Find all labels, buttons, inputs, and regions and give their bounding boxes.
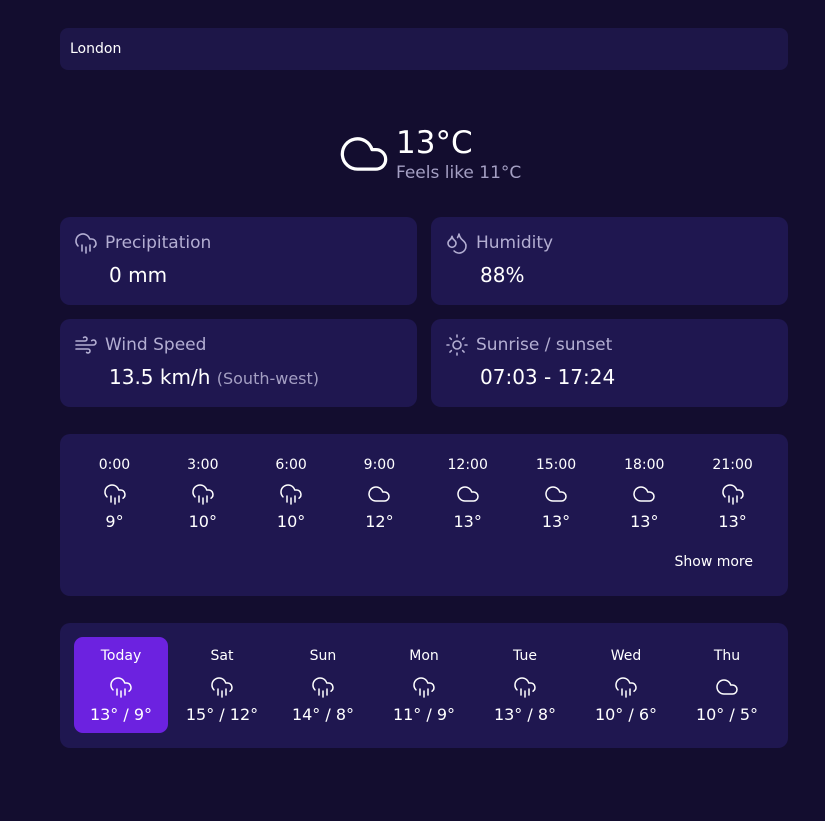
wind-icon	[75, 336, 97, 354]
hourly-item: 18:00 13°	[609, 456, 679, 531]
rain-cloud-icon	[312, 677, 334, 698]
humidity-header: Humidity	[445, 231, 553, 255]
day-range: 10° / 6°	[594, 705, 658, 724]
search-input[interactable]	[70, 41, 778, 57]
day-name: Sun	[309, 648, 337, 664]
daily-item[interactable]: Thu 10° / 5°	[680, 637, 774, 733]
day-name: Mon	[409, 648, 439, 664]
wind-value: 13.5 km/h	[109, 365, 211, 389]
precipitation-card: Precipitation 0 mm	[60, 217, 417, 305]
droplets-icon	[447, 233, 467, 254]
precipitation-header: Precipitation	[74, 231, 211, 255]
cloud-icon	[456, 486, 479, 502]
day-name: Tue	[513, 648, 537, 664]
sunrise-sunset-card: Sunrise / sunset 07:03 - 17:24	[431, 319, 788, 407]
day-range: 13° / 8°	[493, 705, 557, 724]
hourly-forecast: 0:00 9° 3:00 10° 6:00 10° 9:00 12° 12:00 13° 15:00…	[60, 434, 788, 596]
hourly-item: 0:00 9°	[80, 456, 150, 531]
wind-label: Wind Speed	[105, 335, 207, 355]
hour-temp: 10°	[276, 512, 306, 531]
wind-direction: (South-west)	[216, 369, 320, 388]
rain-cloud-icon	[514, 677, 536, 698]
day-name: Today	[100, 648, 142, 664]
humidity-card: Humidity 88%	[431, 217, 788, 305]
cloud-icon	[633, 486, 656, 502]
hour-temp: 13°	[630, 512, 659, 531]
hour-time: 3:00	[187, 457, 219, 473]
daily-item[interactable]: Mon 11° / 9°	[377, 637, 471, 733]
cloud-icon	[340, 137, 388, 171]
sun-icon	[446, 334, 468, 356]
hour-temp: 13°	[453, 512, 482, 531]
cloud-icon	[716, 679, 738, 695]
hour-time: 18:00	[624, 457, 665, 473]
hour-temp: 10°	[188, 512, 217, 531]
hourly-item: 12:00 13°	[433, 456, 503, 531]
hourly-item: 9:00 12°	[344, 456, 414, 531]
hour-temp: 9°	[105, 512, 124, 531]
day-range: 15° / 12°	[185, 705, 259, 724]
hourly-item: 15:00 13°	[521, 456, 591, 531]
hour-temp: 13°	[541, 512, 571, 531]
day-range: 11° / 9°	[392, 705, 456, 724]
hour-temp: 12°	[365, 512, 394, 531]
rain-cloud-icon	[721, 484, 744, 505]
day-name: Wed	[610, 648, 642, 664]
daily-forecast: Today 13° / 9° Sat 15° / 12° Sun 14° / 8° Mon 1…	[60, 623, 788, 748]
feels-like: Feels like 11°C	[396, 163, 522, 183]
precipitation-value: 0 mm	[109, 263, 168, 287]
sun-header: Sunrise / sunset	[445, 333, 612, 357]
hour-time: 15:00	[535, 457, 577, 473]
humidity-label: Humidity	[476, 233, 554, 253]
precipitation-label: Precipitation	[105, 233, 212, 253]
rain-cloud-icon	[75, 233, 97, 254]
rain-cloud-icon	[192, 484, 214, 505]
daily-item[interactable]: Sat 15° / 12°	[175, 637, 269, 733]
hour-time: 21:00	[712, 457, 753, 473]
hourly-item: 21:00 13°	[698, 456, 768, 531]
show-more-button[interactable]: Show more	[675, 554, 754, 570]
search-bar[interactable]	[60, 28, 788, 70]
day-range: 14° / 8°	[291, 705, 355, 724]
day-name: Sat	[210, 648, 234, 664]
current-weather: 13°C Feels like 11°C	[338, 125, 521, 183]
rain-cloud-icon	[103, 484, 126, 505]
hourly-item: 6:00 10°	[256, 456, 326, 531]
cloud-icon	[545, 486, 567, 502]
wind-card: Wind Speed 13.5 km/h (South-west)	[60, 319, 417, 407]
hour-temp: 13°	[718, 512, 747, 531]
daily-item[interactable]: Tue 13° / 8°	[478, 637, 572, 733]
hour-time: 6:00	[275, 457, 307, 473]
hour-time: 0:00	[98, 457, 131, 473]
current-text: 13°C Feels like 11°C	[396, 125, 521, 183]
sun-label: Sunrise / sunset	[476, 335, 613, 355]
humidity-value: 88%	[480, 263, 525, 287]
cloud-icon	[368, 486, 391, 502]
wind-header: Wind Speed	[74, 333, 206, 357]
daily-item[interactable]: Sun 14° / 8°	[276, 637, 370, 733]
daily-item[interactable]: Today 13° / 9°	[74, 637, 168, 733]
rain-cloud-icon	[615, 677, 637, 698]
day-range: 10° / 5°	[695, 705, 759, 724]
rain-cloud-icon	[110, 677, 132, 698]
rain-cloud-icon	[413, 677, 435, 698]
hourly-item: 3:00 10°	[168, 456, 238, 531]
wind-value-row: 13.5 km/h (South-west)	[109, 365, 319, 389]
day-name: Thu	[713, 648, 741, 664]
rain-cloud-icon	[280, 484, 302, 505]
daily-item[interactable]: Wed 10° / 6°	[579, 637, 673, 733]
current-temperature: 13°C	[396, 125, 473, 161]
hour-time: 12:00	[447, 457, 488, 473]
rain-cloud-icon	[211, 677, 233, 698]
sun-value: 07:03 - 17:24	[480, 365, 616, 389]
day-range: 13° / 9°	[89, 705, 153, 724]
hour-time: 9:00	[363, 457, 396, 473]
